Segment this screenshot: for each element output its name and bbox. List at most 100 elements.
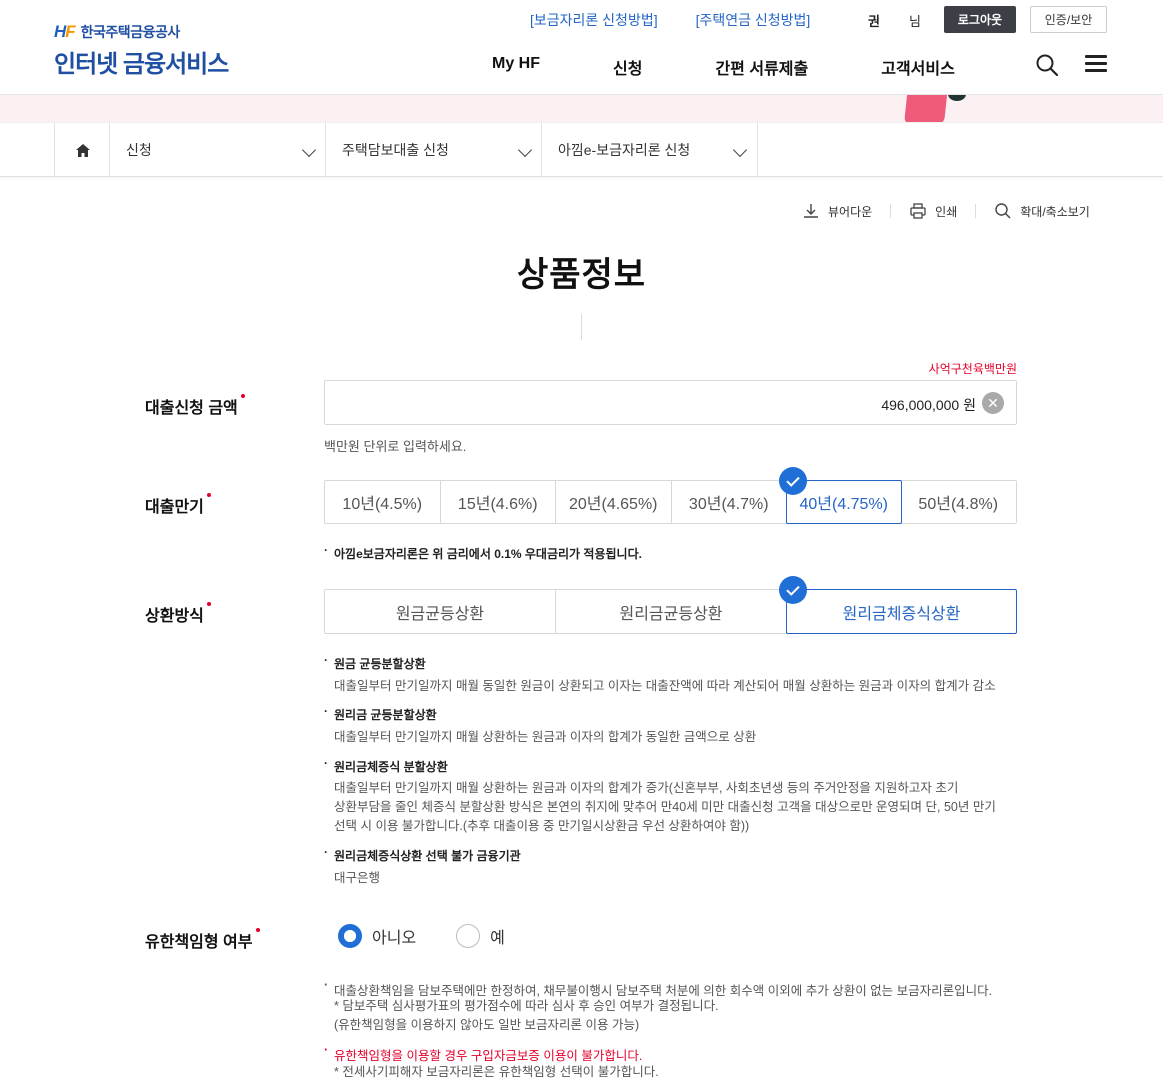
required-mark (240, 394, 245, 398)
loan-amount-label-text: 대출신청 금액 (145, 400, 238, 417)
viewer-download-label: 뷰어다운 (828, 204, 873, 219)
user-name: 권 (868, 14, 880, 29)
loan-amount-helper: 백만원 단위로 입력하세요. (324, 439, 467, 454)
nav-doc-submit[interactable]: 간편 서류제출 (715, 55, 808, 79)
promo-banner-strip (0, 95, 1163, 123)
repay-note-title: 원리금 균등분할상환 (324, 704, 437, 723)
term-note: 아낌e보금자리론은 위 금리에서 0.1% 우대금리가 적용됩니다. (324, 543, 642, 562)
radio-option-yes[interactable]: 예 (456, 924, 505, 948)
term-option-40y[interactable]: 40년(4.75%) (779, 467, 902, 524)
limited-liability-label: 유한책임형 여부 (145, 928, 260, 952)
repay-note-desc-line: 선택 시 이용 불가합니다.(추후 대출이용 중 만기일시상환금 우선 상환하여… (334, 819, 750, 833)
divider (975, 204, 977, 218)
loan-term-label-text: 대출만기 (145, 499, 204, 516)
breadcrumb-level1[interactable]: 신청 (109, 123, 326, 177)
loan-amount-unit: 원 (963, 397, 976, 413)
breadcrumb: 신청 주택담보대출 신청 아낌e-보금자리론 신청 (0, 123, 1163, 177)
breadcrumb-level1-label: 신청 (126, 142, 152, 158)
loan-term-selector: 10년(4.5%) 15년(4.6%) 20년(4.65%) 30년(4.7%)… (324, 467, 1017, 524)
breadcrumb-level3-label: 아낌e-보금자리론 신청 (558, 142, 691, 158)
repay-option-graduated[interactable]: 원리금체증식상환 (779, 576, 1017, 634)
limited-liability-warning-sub: * 전세사기피해자 보금자리론은 유한책임형 선택이 불가합니다. (334, 1065, 659, 1079)
util-links: [보금자리론 신청방법] [주택연금 신청방법] (530, 10, 810, 30)
term-option-20y[interactable]: 20년(4.65%) (556, 481, 672, 523)
repay-note-desc-line: 상환부담을 줄인 체증식 분할상환 방식은 본연의 취지에 맞추어 만40세 미… (334, 800, 996, 814)
term-option-10y[interactable]: 10년(4.5%) (325, 481, 441, 523)
bogeumjari-guide-link[interactable]: [보금자리론 신청방법] (530, 10, 658, 30)
breadcrumb-home[interactable] (54, 123, 110, 177)
checkmark-icon (779, 576, 807, 604)
term-option-30y[interactable]: 30년(4.7%) (672, 481, 787, 523)
title-divider (581, 314, 582, 340)
required-mark (206, 493, 211, 497)
cert-security-button[interactable]: 인증/보안 (1030, 6, 1107, 33)
loan-amount-input[interactable]: 496,000,000 원 ✕ (324, 380, 1017, 425)
checkmark-icon (779, 467, 807, 495)
required-mark (255, 928, 260, 932)
repay-option-equal-installment[interactable]: 원리금균등상환 (556, 590, 787, 633)
limited-liability-note-sub: (유한책임형을 이용하지 않아도 일반 보금자리론 이용 가능) (334, 1018, 640, 1032)
repay-note-desc: 대구은행 (334, 871, 381, 885)
breadcrumb-level2-label: 주택담보대출 신청 (342, 142, 449, 158)
required-mark (206, 602, 211, 606)
breadcrumb-level2[interactable]: 주택담보대출 신청 (325, 123, 542, 177)
zoom-button[interactable]: 확대/축소보기 (994, 202, 1090, 220)
site-header: HF 한국주택금융공사 인터넷 금융서비스 [보금자리론 신청방법] [주택연금… (0, 0, 1163, 95)
loan-amount-label: 대출신청 금액 (145, 394, 245, 418)
site-logo[interactable]: HF 한국주택금융공사 인터넷 금융서비스 (54, 22, 229, 79)
banner-illustration-detail (948, 95, 966, 101)
logo-service-name: 인터넷 금융서비스 (54, 51, 229, 78)
repay-note-title: 원금 균등분할상환 (324, 653, 426, 672)
hf-logo-mark: HF (54, 22, 76, 41)
term-option-50y[interactable]: 50년(4.8%) (901, 481, 1017, 523)
breadcrumb-level3[interactable]: 아낌e-보금자리론 신청 (541, 123, 758, 177)
radio-option-no[interactable]: 아니오 (338, 924, 416, 948)
radio-yes-label: 예 (490, 930, 505, 947)
zoom-icon (995, 203, 1011, 219)
page-title: 상품정보 (516, 256, 647, 294)
clear-input-icon[interactable]: ✕ (982, 392, 1004, 414)
limited-liability-label-text: 유한책임형 여부 (145, 934, 253, 951)
repay-note-title: 원리금체증식상환 선택 불가 금융기관 (324, 845, 521, 864)
radio-unselected-icon (456, 924, 481, 948)
zoom-label: 확대/축소보기 (1020, 204, 1090, 219)
repayment-selector: 원금균등상환 원리금균등상환 원리금체증식상환 (324, 576, 1017, 634)
page-tools: 뷰어다운 인쇄 확대/축소보기 (802, 202, 1090, 220)
user-suffix: 님 (908, 14, 921, 29)
banner-illustration (903, 95, 949, 122)
main-nav: My HF 신청 간편 서류제출 고객서비스 (492, 55, 955, 79)
home-icon (75, 143, 90, 157)
radio-selected-icon (338, 924, 362, 948)
limited-liability-note-sub: * 담보주택 심사평가표의 평가점수에 따라 심사 후 승인 여부가 결정됩니다… (334, 999, 719, 1013)
nav-apply[interactable]: 신청 (613, 55, 642, 79)
loan-amount-number: 496,000,000 (881, 397, 960, 413)
user-greeting: 권 님 (868, 11, 921, 30)
chevron-down-icon (732, 142, 748, 158)
radio-no-label: 아니오 (372, 930, 417, 947)
nav-customer-service[interactable]: 고객서비스 (881, 55, 955, 79)
print-label: 인쇄 (935, 204, 958, 219)
download-icon (804, 204, 818, 218)
loan-term-label: 대출만기 (145, 493, 211, 517)
repay-note-desc-line: 대출일부터 만기일까지 매월 상환하는 원금과 이자의 합계가 증가(신혼부부,… (334, 781, 959, 795)
print-icon (910, 203, 926, 219)
repay-note-title: 원리금체증식 분할상환 (324, 756, 448, 775)
repay-note-desc: 대출일부터 만기일까지 매월 동일한 원금이 상환되고 이자는 대출잔액에 따라… (334, 679, 996, 693)
nav-myhf[interactable]: My HF (492, 55, 540, 79)
loan-amount-korean: 사억구천육백만원 (928, 362, 1017, 376)
repayment-label: 상환방식 (145, 602, 211, 626)
logout-button[interactable]: 로그아웃 (944, 6, 1016, 33)
chevron-down-icon (517, 142, 533, 158)
pension-guide-link[interactable]: [주택연금 신청방법] (696, 10, 811, 30)
search-icon[interactable] (1035, 53, 1059, 77)
hamburger-menu-icon[interactable] (1085, 55, 1107, 73)
viewer-download-button[interactable]: 뷰어다운 (802, 202, 872, 220)
repay-option-equal-principal[interactable]: 원금균등상환 (325, 590, 556, 633)
print-button[interactable]: 인쇄 (909, 202, 957, 220)
repay-note-desc: 대출일부터 만기일까지 매월 상환하는 원금과 이자의 합계가 동일한 금액으로… (334, 730, 757, 744)
chevron-down-icon (301, 142, 317, 158)
repayment-label-text: 상환방식 (145, 608, 204, 625)
repay-option-graduated-label: 원리금체증식상환 (842, 605, 961, 623)
term-option-15y[interactable]: 15년(4.6%) (441, 481, 556, 523)
term-option-40y-label: 40년(4.75%) (799, 496, 889, 513)
